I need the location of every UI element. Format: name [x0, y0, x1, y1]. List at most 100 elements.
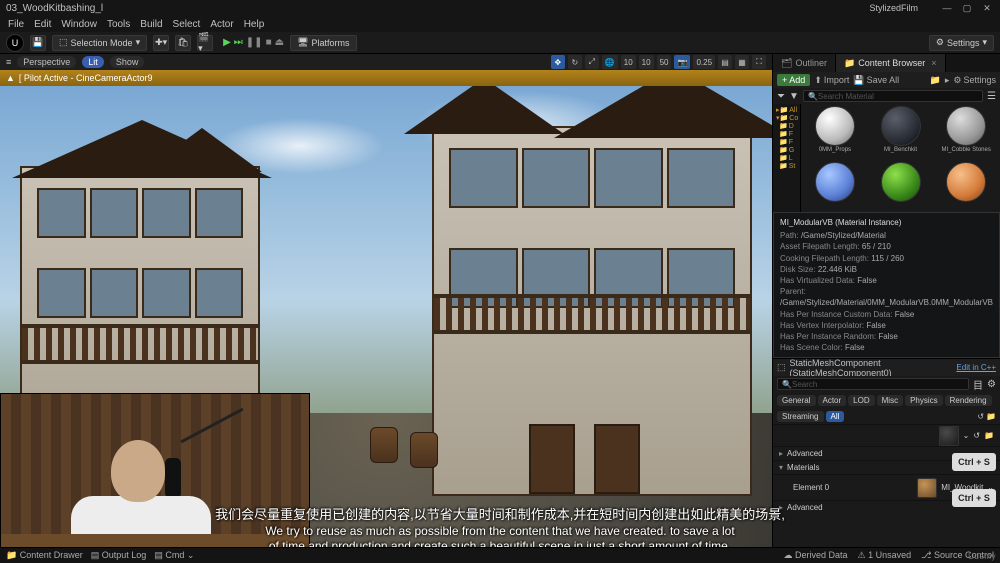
lit-button[interactable]: Lit [82, 56, 104, 68]
content-tree[interactable]: ▸📁All ▾📁Co 📁D 📁F 📁F 📁G 📁L 📁St [773, 104, 801, 212]
browse-icon[interactable]: 📁 [984, 431, 994, 440]
content-drawer-button[interactable]: 📁 Content Drawer [6, 550, 83, 561]
filter-funnel-icon[interactable]: ▼ [789, 91, 799, 102]
cmd-button[interactable]: ▤ Cmd ⌄ [154, 550, 194, 561]
cat-rendering[interactable]: Rendering [945, 395, 992, 406]
menu-actor[interactable]: Actor [210, 19, 233, 30]
filter-icon[interactable]: ⏷ [777, 91, 785, 102]
surface-snap-icon[interactable]: ▤ [718, 55, 732, 69]
folder-icon: 📁 [779, 146, 788, 154]
details-search-input[interactable]: 🔍 Search [777, 378, 969, 390]
play-skip-icon[interactable]: ⏭ [234, 37, 243, 48]
stop-icon[interactable]: ■ [266, 37, 272, 48]
content-grid[interactable]: 0MM_Props MI_Benchkit MI_Cobble Stones [801, 104, 1000, 212]
material-thumb-icon[interactable] [917, 478, 937, 498]
cat-all[interactable]: All [826, 411, 845, 422]
coord-space-icon[interactable]: 🌐 [602, 55, 618, 69]
reset-icon[interactable]: ↺ [977, 412, 984, 421]
viewport-menu-icon[interactable]: ≡ [6, 57, 11, 67]
asset-thumb[interactable] [934, 162, 998, 212]
asset-thumb[interactable] [869, 162, 933, 212]
gear-icon: ⚙ [936, 37, 944, 48]
tt-val: False [866, 321, 886, 330]
show-button[interactable]: Show [110, 56, 145, 68]
platforms-button[interactable]: 🖥 Platforms [290, 35, 356, 51]
cat-lod[interactable]: LOD [848, 395, 874, 406]
transform-move-icon[interactable]: ✥ [551, 55, 565, 69]
search-input[interactable]: 🔍 Search Material [803, 90, 983, 102]
transform-scale-icon[interactable]: ⤢ [585, 55, 599, 69]
settings-icon[interactable]: ⚙ [987, 379, 996, 390]
edit-cpp-link[interactable]: Edit in C++ [956, 363, 996, 372]
roof-decoration [142, 128, 262, 172]
scale-snap-value[interactable]: 50 [657, 55, 672, 69]
history-back-icon[interactable]: 📁 [930, 75, 941, 86]
minimize-button[interactable]: — [940, 3, 954, 13]
maximize-viewport-icon[interactable]: ⛶ [752, 55, 766, 69]
browse-icon[interactable]: 📁 [986, 412, 996, 421]
reset-icon[interactable]: ↺ [973, 431, 980, 440]
grid-snap-value[interactable]: 10 [621, 55, 636, 69]
tt-val: False [845, 343, 865, 352]
unsaved-button[interactable]: ⚠ 1 Unsaved [857, 550, 911, 561]
cat-general[interactable]: General [777, 395, 815, 406]
tab-content-browser[interactable]: 📁 Content Browser × [836, 54, 946, 72]
sequencer-icon[interactable]: 🎬▾ [197, 35, 213, 51]
asset-thumb[interactable]: MI_Cobble Stones [934, 106, 998, 160]
tree-label: All [789, 107, 797, 114]
menu-tools[interactable]: Tools [107, 19, 130, 30]
asset-thumb[interactable]: 0MM_Props [803, 106, 867, 160]
close-tab-icon[interactable]: × [931, 58, 936, 68]
save-all-button[interactable]: 💾 Save All [853, 75, 899, 86]
view-options-icon[interactable]: 目 [973, 377, 983, 392]
menu-build[interactable]: Build [140, 19, 162, 30]
menu-file[interactable]: File [8, 19, 24, 30]
perspective-dropdown[interactable]: Perspective [17, 56, 76, 68]
menu-select[interactable]: Select [173, 19, 201, 30]
folder-icon: 📁 [779, 122, 788, 130]
rotate-snap-value[interactable]: 10 [639, 55, 654, 69]
tt-key: Has Virtualized Data: [780, 276, 855, 285]
dock-icon[interactable]: ☰ [987, 91, 996, 102]
output-log-label: Output Log [102, 550, 147, 560]
close-button[interactable]: ✕ [980, 3, 994, 13]
camera-speed-value[interactable]: 0.25 [693, 55, 715, 69]
history-fwd-icon[interactable]: ▸ [945, 75, 950, 86]
pause-icon[interactable]: ❚❚ [246, 37, 263, 48]
cat-physics[interactable]: Physics [905, 395, 943, 406]
roof-decoration [554, 86, 772, 138]
cat-misc[interactable]: Misc [877, 395, 903, 406]
derived-label: Derived Data [795, 550, 848, 560]
mesh-thumb-icon[interactable] [939, 426, 959, 446]
play-button[interactable]: ▶ [223, 37, 231, 48]
viewport-layout-icon[interactable]: ▦ [735, 55, 749, 69]
menu-help[interactable]: Help [244, 19, 265, 30]
transform-rotate-icon[interactable]: ↻ [568, 55, 582, 69]
selection-mode-button[interactable]: ⬚ Selection Mode ▾ [52, 35, 147, 51]
tt-val: 115 / 260 [871, 254, 904, 263]
cat-actor[interactable]: Actor [818, 395, 847, 406]
menu-window[interactable]: Window [61, 19, 97, 30]
marketplace-icon[interactable]: 🛍 [175, 35, 191, 51]
add-content-button[interactable]: ✚▾ [153, 35, 169, 51]
roof-decoration [404, 86, 564, 134]
material-sphere-icon [815, 162, 855, 202]
cat-streaming[interactable]: Streaming [777, 411, 823, 422]
eject-icon[interactable]: ⏏ [275, 37, 284, 48]
cb-settings-button[interactable]: ⚙ Settings [953, 75, 996, 86]
tab-outliner[interactable]: 🗂 Outliner [773, 54, 836, 72]
picker-icon[interactable]: ⌄ [963, 431, 970, 440]
output-log-button[interactable]: ▤ Output Log [91, 550, 147, 561]
settings-button[interactable]: ⚙ Settings ▾ [929, 35, 994, 51]
import-button[interactable]: ⬆ Import [814, 75, 849, 86]
content-browser-body: ▸📁All ▾📁Co 📁D 📁F 📁F 📁G 📁L 📁St 0MM_Props … [773, 104, 1000, 212]
asset-thumb[interactable]: MI_Benchkit [869, 106, 933, 160]
add-button[interactable]: + Add [777, 74, 810, 86]
camera-speed-icon[interactable]: 📷 [674, 55, 690, 69]
derived-data-button[interactable]: ☁ Derived Data [783, 550, 847, 561]
folder-icon: 📁 [779, 162, 788, 170]
save-icon[interactable]: 💾 [30, 35, 46, 51]
menu-edit[interactable]: Edit [34, 19, 51, 30]
asset-thumb[interactable] [803, 162, 867, 212]
maximize-button[interactable]: ▢ [960, 3, 974, 13]
